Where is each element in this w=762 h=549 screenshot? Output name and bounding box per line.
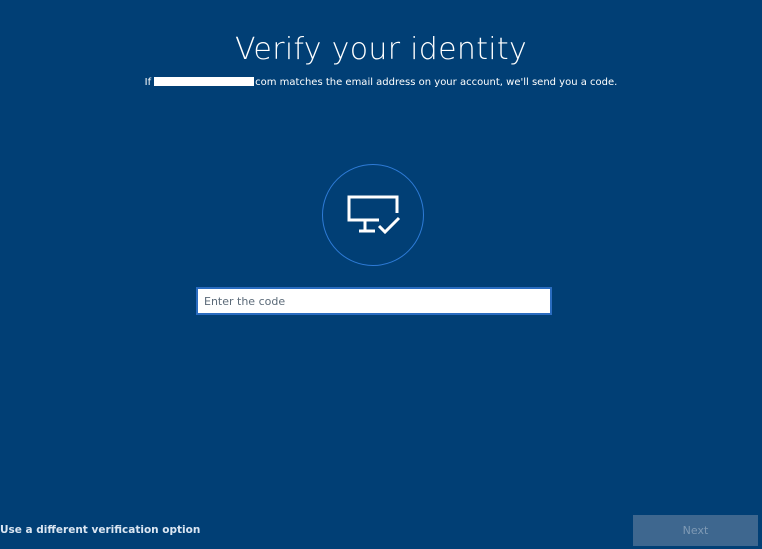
- page-subtitle: If com matches the email address on your …: [0, 76, 762, 90]
- subtitle-suffix: com matches the email address on your ac…: [255, 77, 618, 88]
- monitor-check-icon: [347, 195, 401, 235]
- next-button[interactable]: Next: [633, 515, 758, 546]
- code-input[interactable]: [196, 287, 552, 315]
- icon-circle: [322, 164, 424, 266]
- subtitle-prefix: If: [144, 77, 152, 88]
- verify-identity-screen: Verify your identity If com matches the e…: [0, 0, 762, 549]
- page-title: Verify your identity: [234, 32, 528, 67]
- redacted-email: [154, 77, 255, 86]
- different-verification-link[interactable]: Use a different verification option: [0, 523, 200, 537]
